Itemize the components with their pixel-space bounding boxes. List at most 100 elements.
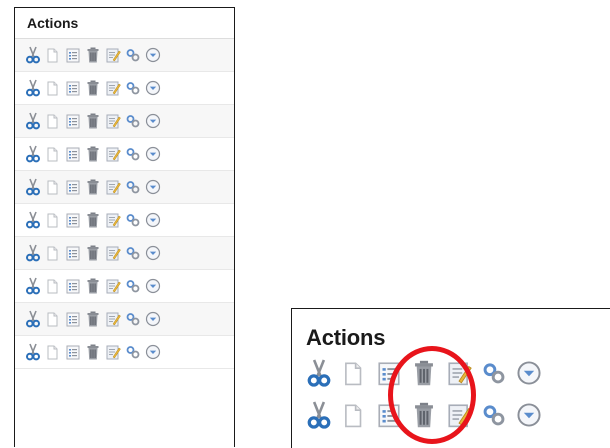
copy-icon[interactable] <box>341 358 367 388</box>
dropdown-icon[interactable] <box>145 343 161 361</box>
list-icon[interactable] <box>376 400 402 430</box>
dropdown-icon[interactable] <box>516 358 542 388</box>
delete-icon[interactable] <box>85 343 101 361</box>
copy-icon[interactable] <box>45 46 61 64</box>
link-icon[interactable] <box>125 211 141 229</box>
action-row <box>15 237 234 270</box>
delete-icon[interactable] <box>411 358 437 388</box>
edit-icon[interactable] <box>446 400 472 430</box>
cut-icon[interactable] <box>25 277 41 295</box>
copy-icon[interactable] <box>341 400 367 430</box>
list-icon[interactable] <box>376 358 402 388</box>
cut-icon[interactable] <box>25 244 41 262</box>
list-icon[interactable] <box>65 178 81 196</box>
cut-icon[interactable] <box>25 343 41 361</box>
dropdown-icon[interactable] <box>145 277 161 295</box>
link-icon[interactable] <box>125 277 141 295</box>
cut-icon[interactable] <box>25 178 41 196</box>
dropdown-icon[interactable] <box>516 400 542 430</box>
dropdown-icon[interactable] <box>145 178 161 196</box>
link-icon[interactable] <box>125 46 141 64</box>
edit-icon[interactable] <box>105 178 121 196</box>
edit-icon[interactable] <box>105 46 121 64</box>
list-icon[interactable] <box>65 112 81 130</box>
delete-icon[interactable] <box>85 211 101 229</box>
action-row <box>15 39 234 72</box>
edit-icon[interactable] <box>105 145 121 163</box>
dropdown-icon[interactable] <box>145 79 161 97</box>
action-row <box>15 105 234 138</box>
cut-icon[interactable] <box>25 46 41 64</box>
copy-icon[interactable] <box>45 145 61 163</box>
list-icon[interactable] <box>65 343 81 361</box>
action-row <box>15 72 234 105</box>
copy-icon[interactable] <box>45 112 61 130</box>
dropdown-icon[interactable] <box>145 46 161 64</box>
copy-icon[interactable] <box>45 277 61 295</box>
list-icon[interactable] <box>65 145 81 163</box>
copy-icon[interactable] <box>45 79 61 97</box>
dropdown-icon[interactable] <box>145 211 161 229</box>
delete-icon[interactable] <box>85 112 101 130</box>
delete-icon[interactable] <box>85 79 101 97</box>
edit-icon[interactable] <box>105 211 121 229</box>
cut-icon[interactable] <box>25 310 41 328</box>
actions-header: Actions <box>15 8 234 39</box>
cut-icon[interactable] <box>25 79 41 97</box>
link-icon[interactable] <box>125 112 141 130</box>
cut-icon[interactable] <box>306 358 332 388</box>
copy-icon[interactable] <box>45 244 61 262</box>
delete-icon[interactable] <box>85 244 101 262</box>
link-icon[interactable] <box>125 145 141 163</box>
edit-icon[interactable] <box>105 310 121 328</box>
list-icon[interactable] <box>65 211 81 229</box>
dropdown-icon[interactable] <box>145 145 161 163</box>
zoomed-actions-header: Actions <box>306 325 386 350</box>
dropdown-icon[interactable] <box>145 112 161 130</box>
cut-icon[interactable] <box>306 400 332 430</box>
edit-icon[interactable] <box>446 358 472 388</box>
dropdown-icon[interactable] <box>145 310 161 328</box>
zoomed-action-row <box>292 354 610 392</box>
list-icon[interactable] <box>65 46 81 64</box>
list-icon[interactable] <box>65 277 81 295</box>
link-icon[interactable] <box>481 400 507 430</box>
edit-icon[interactable] <box>105 79 121 97</box>
cut-icon[interactable] <box>25 145 41 163</box>
delete-icon[interactable] <box>411 400 437 430</box>
zoomed-actions-panel: Actions <box>291 308 610 448</box>
cut-icon[interactable] <box>25 211 41 229</box>
edit-icon[interactable] <box>105 277 121 295</box>
copy-icon[interactable] <box>45 178 61 196</box>
actions-panel: Actions <box>14 7 235 447</box>
link-icon[interactable] <box>125 244 141 262</box>
dropdown-icon[interactable] <box>145 244 161 262</box>
action-row <box>15 336 234 369</box>
edit-icon[interactable] <box>105 112 121 130</box>
list-icon[interactable] <box>65 79 81 97</box>
copy-icon[interactable] <box>45 343 61 361</box>
copy-icon[interactable] <box>45 211 61 229</box>
link-icon[interactable] <box>125 310 141 328</box>
delete-icon[interactable] <box>85 178 101 196</box>
zoomed-partial-action-row <box>292 392 610 429</box>
link-icon[interactable] <box>125 178 141 196</box>
copy-icon[interactable] <box>45 310 61 328</box>
list-icon[interactable] <box>65 310 81 328</box>
link-icon[interactable] <box>125 343 141 361</box>
link-icon[interactable] <box>125 79 141 97</box>
edit-icon[interactable] <box>105 244 121 262</box>
action-row <box>15 303 234 336</box>
delete-icon[interactable] <box>85 310 101 328</box>
action-row <box>15 270 234 303</box>
delete-icon[interactable] <box>85 277 101 295</box>
action-row <box>15 171 234 204</box>
edit-icon[interactable] <box>105 343 121 361</box>
delete-icon[interactable] <box>85 145 101 163</box>
cut-icon[interactable] <box>25 112 41 130</box>
list-icon[interactable] <box>65 244 81 262</box>
delete-icon[interactable] <box>85 46 101 64</box>
actions-rows <box>15 39 234 369</box>
action-row <box>15 138 234 171</box>
link-icon[interactable] <box>481 358 507 388</box>
